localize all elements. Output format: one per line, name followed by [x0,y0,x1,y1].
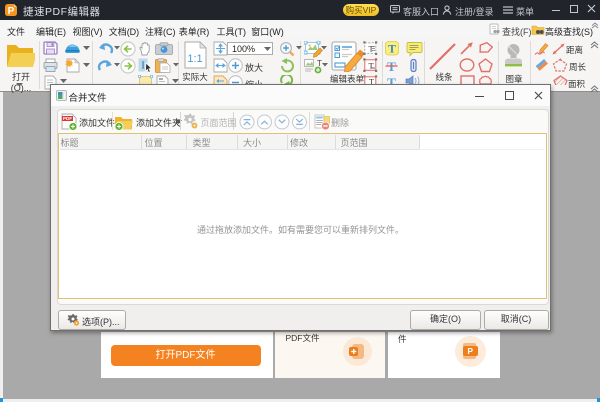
svg-text:1:1: 1:1 [187,53,202,65]
svg-text:PDF: PDF [63,116,72,121]
svg-text:I: I [141,61,144,72]
svg-text:T: T [368,61,374,71]
svg-text:T: T [388,44,396,56]
svg-text:P: P [8,6,15,17]
